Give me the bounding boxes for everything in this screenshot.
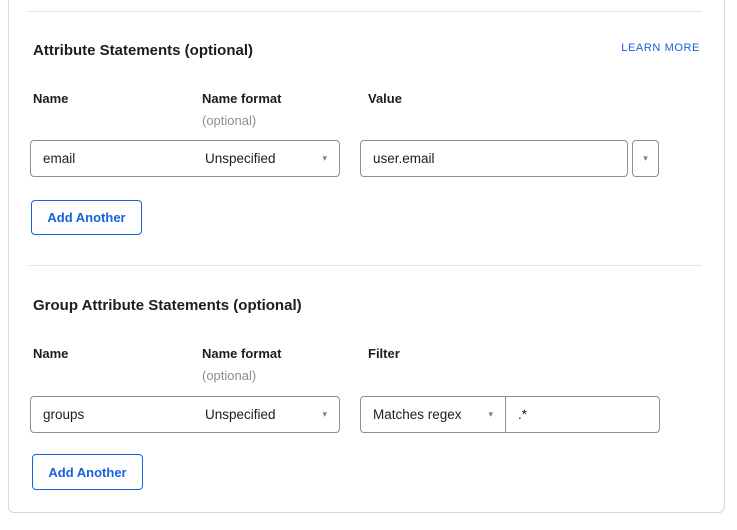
column-header-name-format: Name format [202,91,281,106]
column-header-name-format-note: (optional) [202,368,256,383]
attribute-name-format-select[interactable]: Unspecified ▾ [193,141,339,176]
group-attribute-name-format-select[interactable]: Unspecified ▾ [193,397,339,432]
chevron-down-icon: ▾ [322,410,327,419]
column-header-value: Value [368,91,402,106]
group-attribute-filter-type-select[interactable]: Matches regex ▾ [361,397,506,432]
add-another-group-attribute-button[interactable]: Add Another [32,454,143,490]
group-attribute-statements-title: Group Attribute Statements (optional) [33,297,302,314]
chevron-down-icon: ▾ [488,410,493,419]
group-attribute-filter-group: Matches regex ▾ [360,396,660,433]
attribute-value-input[interactable] [360,140,628,177]
group-attribute-row: Unspecified ▾ [30,396,340,433]
attribute-row: Unspecified ▾ [30,140,340,177]
attribute-name-input[interactable] [31,141,193,176]
group-attribute-name-format-value: Unspecified [205,407,276,422]
column-header-name-format: Name format [202,346,281,361]
section-divider [28,265,702,266]
add-another-attribute-button[interactable]: Add Another [31,200,142,235]
saml-settings-card [8,0,725,513]
group-attribute-filter-type-value: Matches regex [373,407,462,422]
column-header-name: Name [33,91,68,106]
group-attribute-name-input[interactable] [31,397,193,432]
chevron-down-icon: ▾ [643,154,648,163]
group-attribute-filter-value-input[interactable] [506,397,659,432]
chevron-down-icon: ▾ [322,154,327,163]
column-header-filter: Filter [368,346,400,361]
attribute-name-format-value: Unspecified [205,151,276,166]
column-header-name: Name [33,346,68,361]
attribute-value-dropdown-button[interactable]: ▾ [632,140,659,177]
learn-more-link[interactable]: LEARN MORE [621,42,700,54]
section-divider [28,11,702,12]
attribute-statements-title: Attribute Statements (optional) [33,42,253,59]
column-header-name-format-note: (optional) [202,113,256,128]
